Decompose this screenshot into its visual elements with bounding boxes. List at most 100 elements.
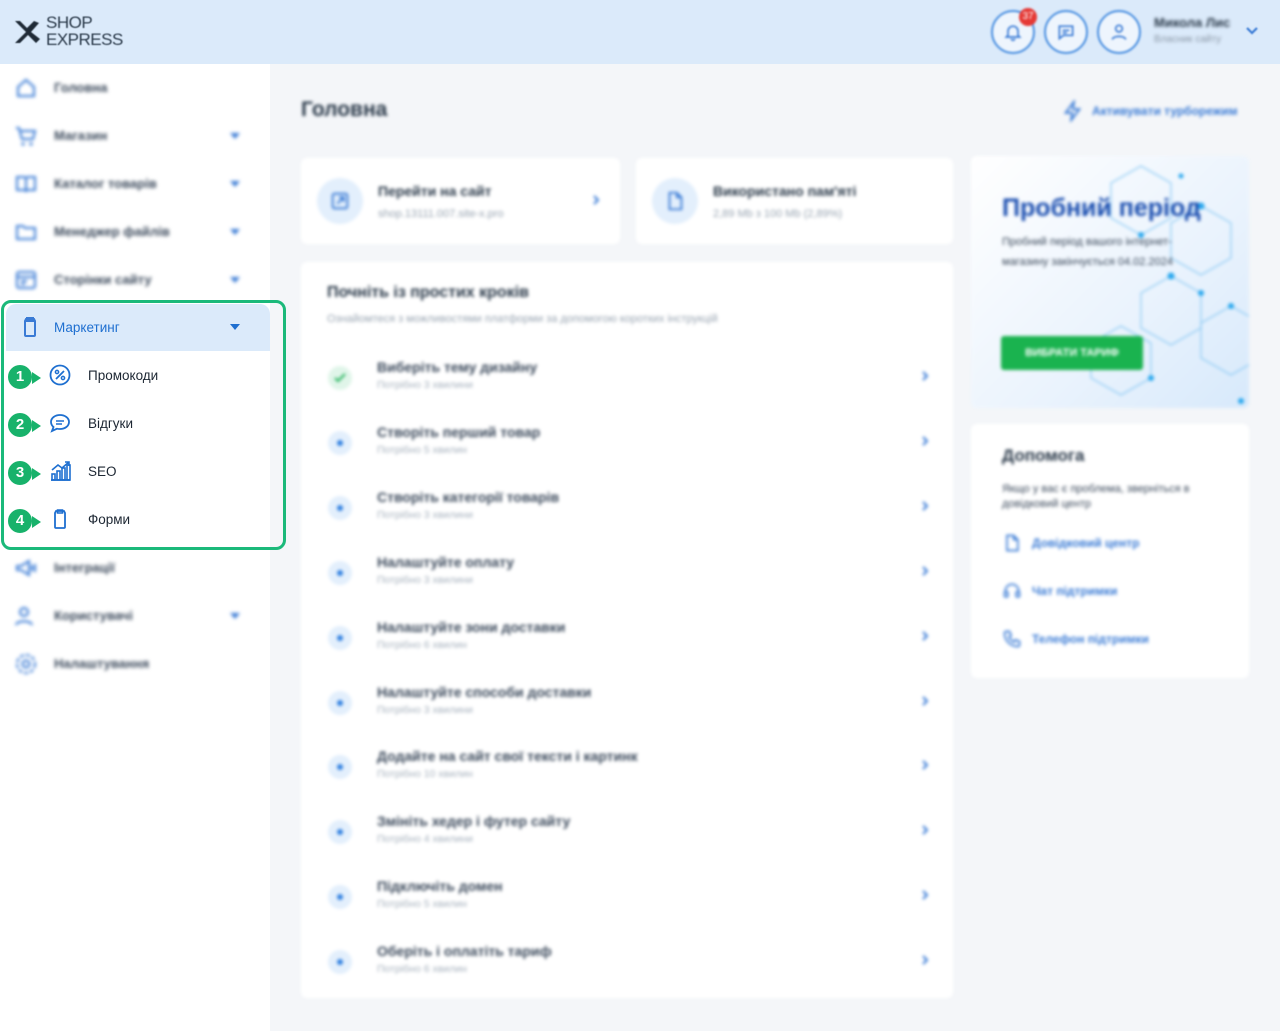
- step-duration: Потрібно 4 хвилини: [377, 833, 473, 846]
- caret-down-icon: [230, 324, 240, 330]
- step-pending-indicator: [328, 560, 352, 585]
- sidebar-item-site-pages[interactable]: Сторінки сайту: [0, 256, 270, 304]
- file-icon: [668, 191, 683, 211]
- phone-icon: [1003, 630, 1021, 648]
- getting-started-card: Почніть із простих кроків Ознайомтеся з …: [301, 262, 953, 998]
- chevron-right-icon: [922, 825, 929, 836]
- caret-down-icon: [230, 133, 240, 139]
- trial-period-title: Пробний період: [1002, 194, 1201, 222]
- chevron-right-icon: [922, 630, 929, 641]
- sidebar-item-label: Менеджер файлів: [54, 224, 170, 239]
- caret-down-icon: [230, 229, 240, 235]
- support-phone-link[interactable]: Телефон підтримки: [1002, 627, 1149, 651]
- step-title: Налаштуйте способи доставки: [377, 683, 592, 700]
- trial-period-text: Пробний період вашого інтернет-магазину …: [1002, 236, 1173, 268]
- chat-icon: [1058, 25, 1074, 41]
- submenu-item-label: Відгуки: [88, 416, 134, 431]
- document-icon: [1006, 534, 1019, 552]
- step-title: Оберіть і оплатіть тариф: [377, 943, 552, 960]
- getting-started-title: Почніть із простих кроків: [327, 284, 529, 301]
- top-header: SHOP EXPRESS 37 Микола Лис Власник сайту: [0, 0, 1280, 64]
- choose-plan-button[interactable]: ВИБРАТИ ТАРИФ: [1001, 336, 1143, 370]
- shop-express-logo[interactable]: SHOP EXPRESS: [12, 14, 123, 50]
- step-duration: Потрібно 5 хвилин: [377, 443, 467, 456]
- help-link-label: Чат підтримки: [1032, 584, 1118, 598]
- step-duration: Потрібно 3 хвилини: [377, 379, 473, 391]
- sidebar-item-label: Каталог товарів: [54, 176, 157, 191]
- step-row[interactable]: Налаштуйте способи доставки Потрібно 3 хв…: [301, 683, 953, 752]
- sidebar-item-marketing[interactable]: Маркетинг: [6, 304, 270, 351]
- step-number-badge: 2: [6, 411, 34, 439]
- step-pending-indicator: [328, 950, 352, 975]
- step-pending-indicator: [328, 755, 352, 780]
- step-row[interactable]: Налаштуйте зони доставки Потрібно 6 хвили…: [301, 619, 953, 687]
- step-row[interactable]: Підключіть домен Потрібно 5 хвилин: [301, 878, 953, 946]
- pages-icon: [16, 271, 36, 289]
- page-title: Головна: [301, 98, 388, 121]
- gear-icon: [16, 654, 36, 674]
- memory-usage-title: Використано пам'яті: [713, 183, 857, 199]
- caret-down-icon: [230, 277, 240, 283]
- step-title: Підключіть домен: [377, 878, 503, 895]
- user-name[interactable]: Микола Лис: [1154, 15, 1230, 30]
- sidebar-item-integrations[interactable]: Інтеграції: [0, 544, 270, 592]
- step-pending-indicator: [328, 820, 352, 845]
- badge-pointer: [32, 516, 41, 528]
- messages-button[interactable]: [1044, 10, 1088, 54]
- megaphone-icon: [16, 559, 36, 577]
- help-center-link[interactable]: Довідковий центр: [1002, 531, 1140, 555]
- chevron-right-icon: [922, 760, 929, 771]
- submenu-item-seo[interactable]: 3 SEO: [6, 448, 270, 496]
- sidebar-item-home[interactable]: Головна: [0, 64, 270, 112]
- step-row[interactable]: Додайте на сайт свої тексти і картинк Пот…: [301, 748, 953, 816]
- chevron-right-icon: [922, 695, 929, 706]
- sidebar-item-label: Інтеграції: [54, 560, 115, 575]
- folder-icon: [16, 225, 36, 240]
- turbo-mode-button[interactable]: Активувати турборежим: [1062, 100, 1238, 122]
- step-title: Додайте на сайт свої тексти і картинк: [377, 748, 638, 765]
- sidebar-item-catalog[interactable]: Каталог товарів: [0, 160, 270, 208]
- step-pending-indicator: [328, 885, 352, 910]
- book-icon: [16, 176, 36, 193]
- notifications-badge: 37: [1019, 8, 1037, 26]
- sidebar-item-shop[interactable]: Магазин: [0, 112, 270, 160]
- chevron-right-icon: [922, 501, 929, 511]
- user-role: Власник сайту: [1154, 34, 1222, 45]
- submenu-item-reviews[interactable]: 2 Відгуки: [6, 400, 270, 448]
- step-row[interactable]: Оберіть і оплатіть тариф Потрібно 6 хвили…: [301, 943, 953, 1011]
- step-row[interactable]: Виберіть тему дизайну Потрібно 3 хвилини: [301, 359, 953, 427]
- step-row[interactable]: Змініть хедер і футер сайту Потрібно 4 хв…: [301, 813, 953, 881]
- step-number-badge: 1: [6, 363, 34, 391]
- memory-usage-value: 2,89 Mb з 100 Mb (2,89%): [713, 208, 843, 220]
- sidebar-item-label: Користувачі: [54, 608, 133, 623]
- step-title: Налаштуйте оплату: [377, 553, 515, 570]
- step-row[interactable]: Створіть перший товар Потрібно 5 хвилин: [301, 423, 953, 492]
- support-chat-link[interactable]: Чат підтримки: [1002, 579, 1117, 603]
- external-link-icon-circle: [317, 178, 363, 224]
- user-avatar-button[interactable]: [1097, 10, 1141, 54]
- chevron-down-icon[interactable]: [1245, 26, 1259, 36]
- step-number-badge: 4: [6, 507, 34, 535]
- step-row[interactable]: Налаштуйте оплату Потрібно 3 хвилини: [301, 553, 953, 622]
- bell-icon: [1004, 25, 1022, 42]
- clipboard-icon: [24, 317, 36, 337]
- sidebar-item-users[interactable]: Користувачі: [0, 592, 270, 640]
- submenu-item-forms[interactable]: 4 Форми: [6, 496, 270, 544]
- sidebar-item-file-manager[interactable]: Менеджер файлів: [0, 208, 270, 256]
- submenu-item-promocodes[interactable]: 1 Промокоди: [6, 352, 270, 400]
- step-duration: Потрібно 6 хвилин: [377, 638, 467, 651]
- sidebar-item-label: Налаштування: [54, 656, 150, 671]
- step-row[interactable]: Створіть категорії товарів Потрібно 3 хви…: [301, 489, 953, 557]
- step-title: Створіть перший товар: [377, 423, 541, 440]
- go-to-site-card[interactable]: Перейти на сайт shop.13111.007.site-x.pr…: [301, 158, 620, 244]
- step-pending-indicator: [328, 625, 352, 650]
- clipboard-icon: [54, 509, 66, 529]
- memory-usage-card: Використано пам'яті 2,89 Mb з 100 Mb (2,…: [636, 158, 953, 244]
- chevron-right-icon: [922, 565, 929, 576]
- file-icon-circle: [652, 178, 698, 224]
- sidebar-item-settings[interactable]: Налаштування: [0, 640, 270, 688]
- go-to-site-title: Перейти на сайт: [378, 183, 492, 199]
- trial-period-card: Пробний період Пробний період вашого інт…: [971, 156, 1249, 408]
- site-address: shop.13111.007.site-x.pro: [378, 208, 504, 220]
- caret-down-icon: [230, 613, 240, 619]
